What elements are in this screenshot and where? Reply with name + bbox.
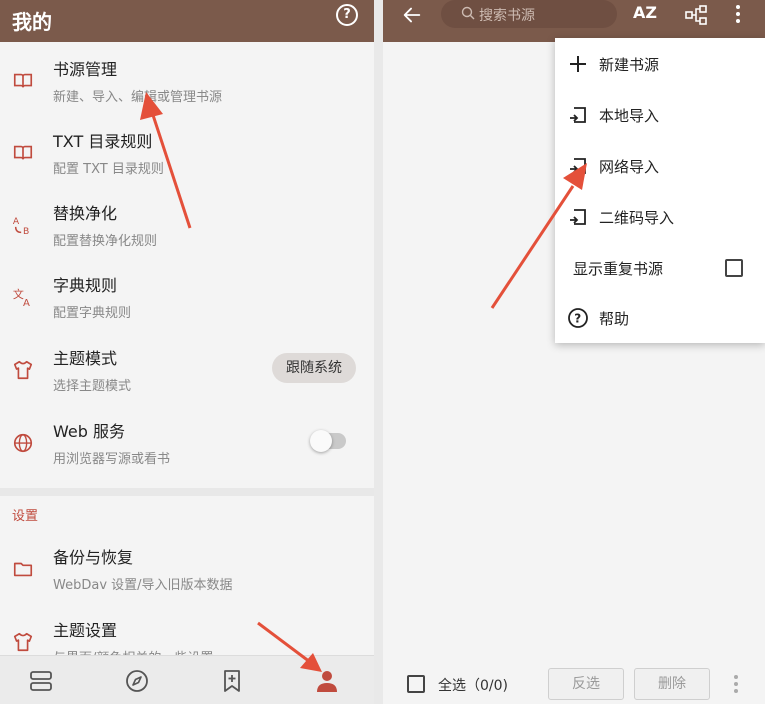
svg-text:?: ? [574,312,581,326]
menu-item-dictionary[interactable]: 文A 字典规则 配置字典规则 [0,260,374,332]
overflow-menu: 新建书源 本地导入 网络导入 二维码导入 显示重复书源 ? 帮助 [555,38,765,343]
selection-bar: 全选（0/0) 反选 删除 [383,660,765,704]
menu-qrcode-import[interactable]: 二维码导入 [555,192,765,242]
menu-item-book-source[interactable]: 书源管理 新建、导入、编辑或管理书源 [0,44,374,116]
section-label-settings: 设置 [12,509,39,524]
menu-item-subtitle: 配置字典规则 [53,306,132,321]
group-tree-icon[interactable] [684,3,708,27]
more-vert-icon[interactable] [735,4,741,24]
menu-item-subtitle: 选择主题模式 [53,379,132,394]
top-app-bar: 搜索书源 AZ [383,0,765,42]
person-icon[interactable] [314,668,340,694]
menu-show-duplicates[interactable]: 显示重复书源 [555,243,765,293]
menu-item-txt-rules[interactable]: TXT 目录规则 配置 TXT 目录规则 [0,116,374,188]
select-all-checkbox[interactable] [407,675,425,693]
translate-icon: 文A [13,287,30,308]
bookshelf-icon[interactable] [28,668,54,694]
folder-icon [13,562,33,577]
menu-item-subtitle: 新建、导入、编辑或管理书源 [53,90,223,105]
shirt-icon [13,632,33,652]
menu-local-import[interactable]: 本地导入 [555,90,765,140]
book-source-page: 搜索书源 AZ 新建书源 本地导入 网络导入 二维码导入 显示重复书源 ? 帮助… [383,0,765,704]
menu-item-subtitle: 配置替换净化规则 [53,234,158,249]
menu-item-title: 书源管理 [53,60,118,79]
show-duplicates-checkbox[interactable] [725,259,743,277]
screenshot-stage: 我的 ? 书源管理 新建、导入、编辑或管理书源 TXT 目录规则 配置 TXT … [0,0,765,704]
globe-icon [13,433,33,453]
toggle-knob [310,430,332,452]
theme-mode-value[interactable]: 跟随系统 [272,353,356,383]
web-service-toggle[interactable] [310,430,346,452]
menu-network-import[interactable]: 网络导入 [555,141,765,191]
menu-item-title: 主题模式 [53,349,118,368]
sort-az-icon[interactable]: AZ [633,3,657,22]
back-arrow-icon[interactable] [401,4,423,26]
menu-item-title: 替换净化 [53,204,118,223]
search-input[interactable]: 搜索书源 [441,0,617,28]
book-icon [13,73,33,88]
menu-item-subtitle: 用浏览器写源或看书 [53,452,171,467]
help-icon: ? [568,308,588,328]
menu-item-title: 备份与恢复 [53,548,134,567]
bottom-navigation [0,655,374,704]
menu-item-title: TXT 目录规则 [53,132,153,151]
menu-item-subtitle: 配置 TXT 目录规则 [53,162,164,177]
menu-label: 帮助 [599,310,630,328]
menu-item-replace[interactable]: AB 替换净化 配置替换净化规则 [0,188,374,260]
invert-selection-button[interactable]: 反选 [548,668,624,700]
more-vert-icon[interactable] [733,674,739,694]
search-icon [461,6,475,20]
menu-item-subtitle: WebDav 设置/导入旧版本数据 [53,578,233,593]
menu-item-backup[interactable]: 备份与恢复 WebDav 设置/导入旧版本数据 [0,532,374,604]
svg-text:A: A [23,298,30,308]
replace-icon: AB [13,216,29,236]
search-placeholder: 搜索书源 [479,8,535,24]
menu-item-title: 字典规则 [53,276,118,295]
plus-icon [570,56,586,72]
top-app-bar: 我的 ? [0,0,374,42]
my-page: 我的 ? 书源管理 新建、导入、编辑或管理书源 TXT 目录规则 配置 TXT … [0,0,374,704]
menu-item-title: 主题设置 [53,621,118,640]
compass-icon[interactable] [124,668,150,694]
svg-text:A: A [13,216,20,227]
bookmark-add-icon[interactable] [219,668,245,694]
select-all-label[interactable]: 全选（0/0) [438,675,508,695]
menu-label: 本地导入 [599,107,660,125]
menu-label: 新建书源 [599,56,660,74]
menu-new-source[interactable]: 新建书源 [555,39,765,89]
menu-help[interactable]: ? 帮助 [555,293,765,343]
menu-item-title: Web 服务 [53,422,125,441]
import-icon [570,107,586,123]
menu-label: 网络导入 [599,158,660,176]
svg-text:B: B [23,226,29,236]
delete-button[interactable]: 删除 [634,668,710,700]
section-divider [0,488,374,496]
import-icon [570,209,586,225]
book-icon [13,145,33,160]
page-title: 我的 [12,10,52,34]
import-icon [570,158,586,174]
help-icon[interactable]: ? [336,4,358,26]
menu-label: 二维码导入 [599,209,675,227]
shirt-icon [13,360,33,380]
menu-label: 显示重复书源 [573,260,664,278]
